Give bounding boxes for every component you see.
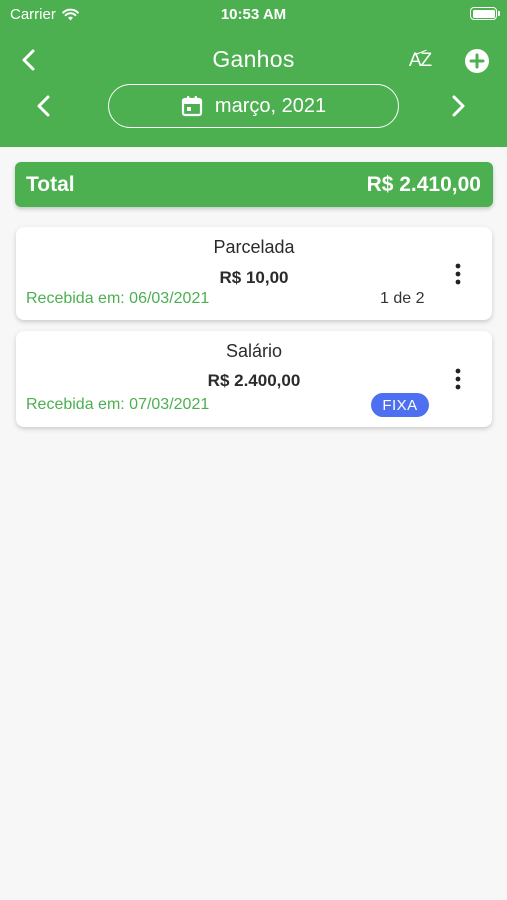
sort-az-icon: AZ — [408, 50, 432, 71]
income-amount: R$ 10,00 — [219, 268, 289, 287]
income-card[interactable]: Parcelada R$ 10,00 Recebida em: 06/03/20… — [16, 227, 492, 320]
more-options-button[interactable] — [448, 261, 468, 287]
fixed-income-badge: FIXA — [371, 393, 429, 417]
received-date: Recebida em: 07/03/2021 — [26, 396, 210, 413]
income-card[interactable]: Salário R$ 2.400,00 Recebida em: 07/03/2… — [16, 331, 492, 427]
installment-label: 1 de 2 — [380, 290, 425, 307]
nav-row: Ganhos AZ — [0, 40, 507, 80]
total-value: R$ 2.410,00 — [366, 173, 481, 196]
sort-az-button[interactable]: AZ — [402, 46, 438, 76]
total-summary: Total R$ 2.410,00 — [15, 162, 493, 207]
next-month-button[interactable] — [444, 91, 472, 121]
more-vertical-icon — [455, 263, 461, 285]
more-vertical-icon — [455, 368, 461, 390]
income-amount: R$ 2.400,00 — [207, 371, 301, 390]
app-header: Carrier 10:53 AM Ganhos AZ março, 2021 — [0, 0, 507, 147]
add-button[interactable] — [462, 46, 492, 76]
received-date: Recebida em: 06/03/2021 — [26, 290, 210, 307]
calendar-icon — [181, 96, 203, 117]
chevron-left-icon — [37, 95, 50, 117]
status-time: 10:53 AM — [220, 6, 287, 23]
chevron-right-icon — [452, 95, 465, 117]
status-bar: Carrier 10:53 AM — [0, 0, 507, 30]
income-name: Salário — [225, 341, 283, 361]
previous-month-button[interactable] — [30, 91, 58, 121]
month-picker-button[interactable]: março, 2021 — [108, 84, 399, 128]
total-label: Total — [26, 173, 75, 196]
battery-icon — [470, 7, 500, 20]
month-label: março, 2021 — [214, 94, 327, 117]
income-name: Parcelada — [213, 237, 295, 257]
month-selector: março, 2021 — [0, 83, 507, 129]
more-options-button[interactable] — [448, 366, 468, 392]
